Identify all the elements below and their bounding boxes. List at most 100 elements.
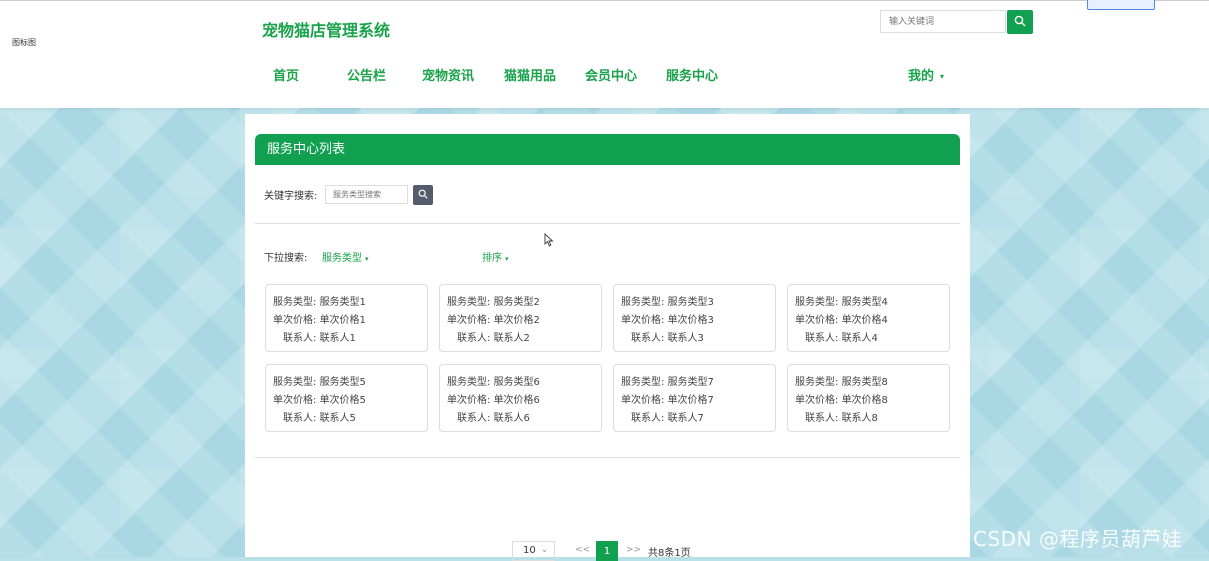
card-price-row: 单次价格: 单次价格1 bbox=[273, 311, 366, 326]
service-card[interactable]: 服务类型: 服务类型8 单次价格: 单次价格8 联系人: 联系人8 bbox=[787, 364, 950, 432]
sort-dropdown[interactable]: 排序 ▾ bbox=[482, 249, 509, 264]
service-card[interactable]: 服务类型: 服务类型6 单次价格: 单次价格6 联系人: 联系人6 bbox=[439, 364, 602, 432]
card-price-label: 单次价格: bbox=[621, 395, 665, 406]
page-size-value: 10 bbox=[523, 545, 536, 556]
card-type-label: 服务类型: bbox=[795, 377, 839, 388]
card-type-row: 服务类型: 服务类型6 bbox=[447, 373, 540, 388]
watermark: CSDN @程序员葫芦娃 bbox=[973, 527, 1183, 551]
card-price-label: 单次价格: bbox=[795, 395, 839, 406]
card-type-row: 服务类型: 服务类型2 bbox=[447, 293, 540, 308]
card-price-row: 单次价格: 单次价格4 bbox=[795, 311, 888, 326]
user-menu-label: 我的 bbox=[908, 69, 935, 84]
nav-notices[interactable]: 公告栏 bbox=[347, 65, 386, 84]
card-price-value: 单次价格8 bbox=[841, 395, 888, 406]
card-price-value: 单次价格7 bbox=[667, 395, 714, 406]
card-contact-value: 联系人7 bbox=[667, 413, 704, 424]
site-header: 图标图 宠物猫店管理系统 首页 公告栏 宠物资讯 猫猫用品 会员中心 服务中心 … bbox=[0, 0, 1209, 108]
card-contact-label: 联系人: bbox=[631, 413, 665, 424]
service-card[interactable]: 服务类型: 服务类型4 单次价格: 单次价格4 联系人: 联系人4 bbox=[787, 284, 950, 352]
mouse-cursor-icon bbox=[544, 232, 554, 250]
card-price-label: 单次价格: bbox=[621, 315, 665, 326]
card-contact-row: 联系人: 联系人8 bbox=[805, 409, 878, 424]
card-contact-row: 联系人: 联系人6 bbox=[457, 409, 530, 424]
header-search-button[interactable] bbox=[1007, 10, 1033, 34]
card-contact-value: 联系人2 bbox=[493, 333, 530, 344]
chevron-down-icon: ▾ bbox=[940, 72, 945, 81]
site-title[interactable]: 宠物猫店管理系统 bbox=[262, 17, 390, 41]
service-type-dropdown[interactable]: 服务类型 ▾ bbox=[322, 249, 369, 264]
card-price-value: 单次价格3 bbox=[667, 315, 714, 326]
service-card[interactable]: 服务类型: 服务类型3 单次价格: 单次价格3 联系人: 联系人3 bbox=[613, 284, 776, 352]
panel-title: 服务中心列表 bbox=[255, 134, 960, 165]
card-contact-row: 联系人: 联系人7 bbox=[631, 409, 704, 424]
keyword-search-button[interactable] bbox=[413, 185, 433, 205]
card-contact-label: 联系人: bbox=[457, 333, 491, 344]
corner-badge bbox=[1087, 0, 1155, 10]
card-price-value: 单次价格5 bbox=[319, 395, 366, 406]
nav-service-center[interactable]: 服务中心 bbox=[666, 65, 718, 84]
card-type-label: 服务类型: bbox=[621, 377, 665, 388]
user-menu[interactable]: 我的 ▾ bbox=[908, 65, 944, 84]
card-type-label: 服务类型: bbox=[447, 377, 491, 388]
card-contact-row: 联系人: 联系人4 bbox=[805, 329, 878, 344]
card-contact-value: 联系人1 bbox=[319, 333, 356, 344]
page-size-select[interactable]: 10 ⌄ bbox=[512, 541, 555, 561]
card-contact-row: 联系人: 联系人1 bbox=[283, 329, 356, 344]
card-price-row: 单次价格: 单次价格8 bbox=[795, 391, 888, 406]
card-type-value: 服务类型7 bbox=[667, 377, 714, 388]
sort-dropdown-label: 排序 bbox=[482, 253, 502, 264]
card-type-row: 服务类型: 服务类型7 bbox=[621, 373, 714, 388]
keyword-search-label: 关键字搜索: bbox=[264, 191, 318, 202]
header-search-input[interactable] bbox=[880, 10, 1006, 33]
card-contact-value: 联系人3 bbox=[667, 333, 704, 344]
nav-pet-news[interactable]: 宠物资讯 bbox=[422, 65, 474, 84]
card-price-label: 单次价格: bbox=[795, 315, 839, 326]
card-type-row: 服务类型: 服务类型8 bbox=[795, 373, 888, 388]
card-contact-label: 联系人: bbox=[283, 413, 317, 424]
card-price-label: 单次价格: bbox=[273, 315, 317, 326]
caret-down-icon: ▾ bbox=[365, 255, 369, 263]
card-price-label: 单次价格: bbox=[447, 395, 491, 406]
card-type-row: 服务类型: 服务类型5 bbox=[273, 373, 366, 388]
card-type-value: 服务类型1 bbox=[319, 297, 366, 308]
card-type-row: 服务类型: 服务类型4 bbox=[795, 293, 888, 308]
card-price-value: 单次价格6 bbox=[493, 395, 540, 406]
divider bbox=[255, 457, 960, 458]
search-icon bbox=[1014, 15, 1026, 30]
card-contact-label: 联系人: bbox=[805, 413, 839, 424]
current-page-button[interactable]: 1 bbox=[596, 541, 618, 561]
card-price-row: 单次价格: 单次价格2 bbox=[447, 311, 540, 326]
card-price-label: 单次价格: bbox=[447, 315, 491, 326]
keyword-search-input[interactable] bbox=[325, 185, 408, 204]
nav-home[interactable]: 首页 bbox=[273, 65, 299, 84]
card-type-row: 服务类型: 服务类型1 bbox=[273, 293, 366, 308]
next-page-button[interactable]: >> bbox=[626, 545, 641, 555]
nav-cat-supplies[interactable]: 猫猫用品 bbox=[504, 65, 556, 84]
pagination: 10 ⌄ << 1 >> 共8条1页 bbox=[245, 541, 970, 561]
prev-page-button[interactable]: << bbox=[575, 545, 590, 555]
card-type-value: 服务类型2 bbox=[493, 297, 540, 308]
search-icon bbox=[418, 189, 428, 202]
card-price-row: 单次价格: 单次价格5 bbox=[273, 391, 366, 406]
nav-member-center[interactable]: 会员中心 bbox=[585, 65, 637, 84]
card-type-value: 服务类型5 bbox=[319, 377, 366, 388]
corner-logo-text: 图标图 bbox=[12, 38, 36, 47]
card-contact-label: 联系人: bbox=[457, 413, 491, 424]
service-card[interactable]: 服务类型: 服务类型7 单次价格: 单次价格7 联系人: 联系人7 bbox=[613, 364, 776, 432]
card-type-value: 服务类型4 bbox=[841, 297, 888, 308]
card-contact-row: 联系人: 联系人5 bbox=[283, 409, 356, 424]
service-card[interactable]: 服务类型: 服务类型5 单次价格: 单次价格5 联系人: 联系人5 bbox=[265, 364, 428, 432]
card-price-row: 单次价格: 单次价格3 bbox=[621, 311, 714, 326]
card-type-value: 服务类型3 bbox=[667, 297, 714, 308]
card-contact-row: 联系人: 联系人2 bbox=[457, 329, 530, 344]
card-type-label: 服务类型: bbox=[273, 297, 317, 308]
card-type-label: 服务类型: bbox=[447, 297, 491, 308]
card-price-row: 单次价格: 单次价格6 bbox=[447, 391, 540, 406]
card-price-value: 单次价格2 bbox=[493, 315, 540, 326]
card-contact-label: 联系人: bbox=[283, 333, 317, 344]
card-contact-label: 联系人: bbox=[805, 333, 839, 344]
service-card[interactable]: 服务类型: 服务类型1 单次价格: 单次价格1 联系人: 联系人1 bbox=[265, 284, 428, 352]
card-price-value: 单次价格4 bbox=[841, 315, 888, 326]
card-contact-value: 联系人6 bbox=[493, 413, 530, 424]
service-card[interactable]: 服务类型: 服务类型2 单次价格: 单次价格2 联系人: 联系人2 bbox=[439, 284, 602, 352]
